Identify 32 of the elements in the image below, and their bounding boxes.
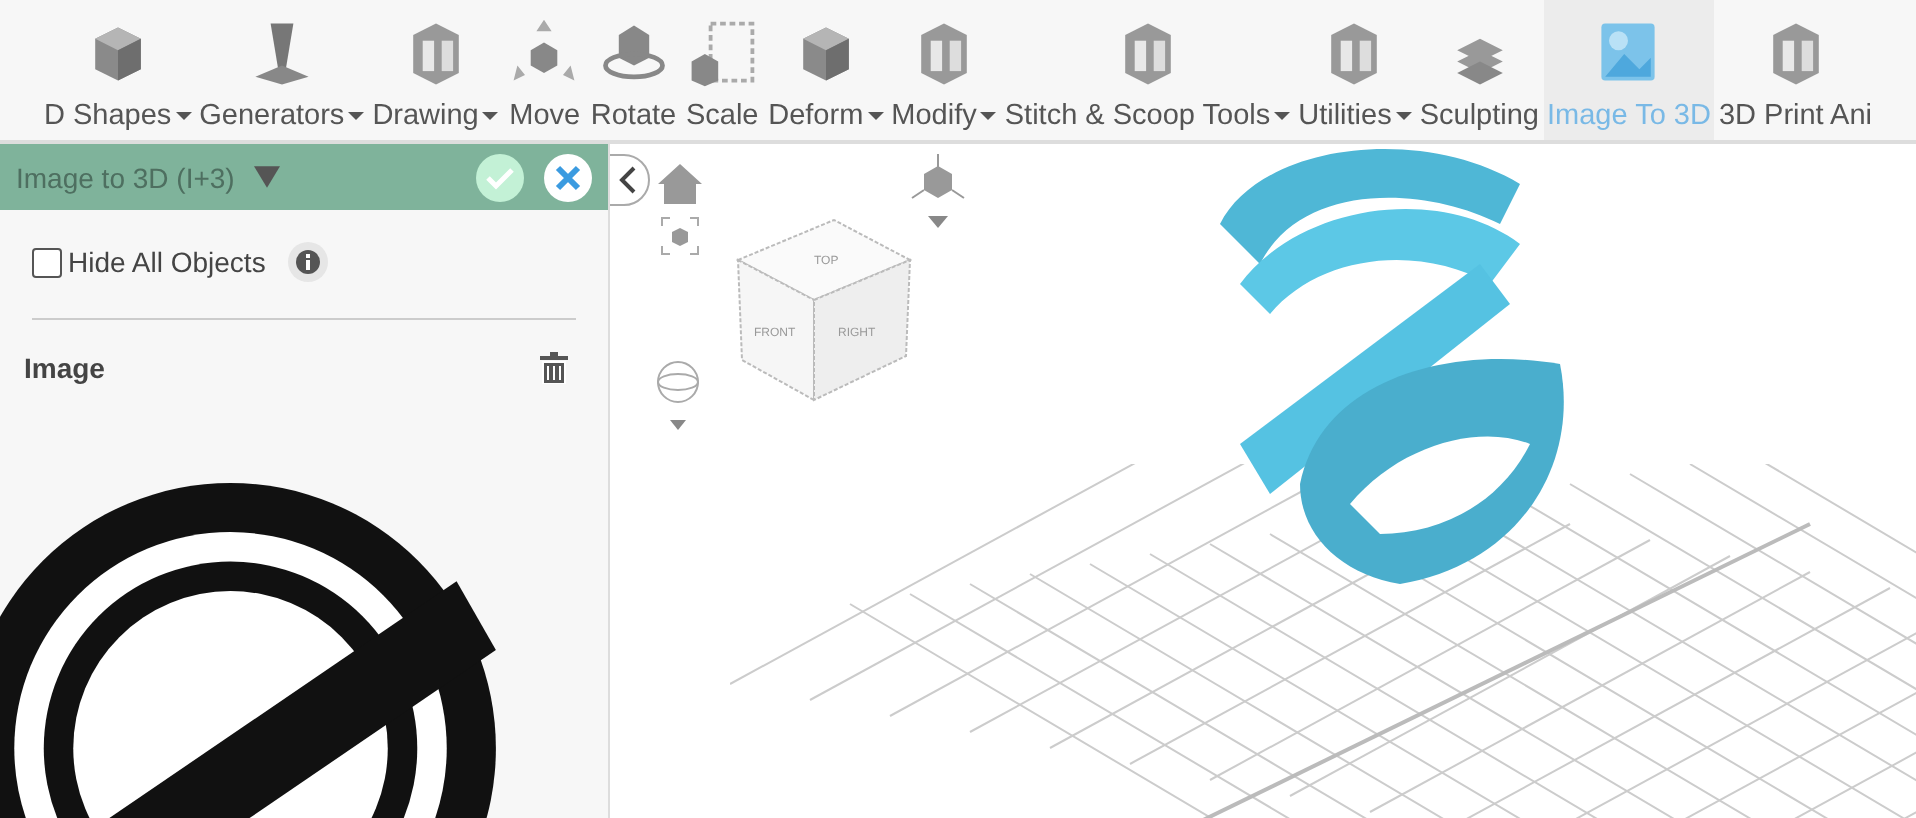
- toolbar-button[interactable]: Move: [502, 0, 587, 140]
- checkbox-label[interactable]: Hide All Objects: [68, 246, 266, 279]
- toolbar-button[interactable]: Utilities: [1294, 0, 1416, 140]
- toolbar-button[interactable]: 3D Print Ani: [1714, 0, 1877, 140]
- fit-view-icon[interactable]: [660, 216, 700, 256]
- caret-icon: [867, 112, 884, 120]
- close-button[interactable]: [544, 153, 592, 202]
- section-title: Image: [24, 352, 105, 385]
- caret-icon: [1395, 112, 1412, 120]
- confirm-button[interactable]: [476, 153, 524, 202]
- toolbar-button[interactable]: Scale: [680, 0, 765, 140]
- dropdown-triangle-icon[interactable]: [254, 166, 281, 189]
- toolbar-button[interactable]: Sculpting: [1415, 0, 1543, 140]
- orbit-icon[interactable]: [656, 360, 700, 432]
- toolbar-button[interactable]: Rotate: [586, 0, 681, 140]
- collapse-button[interactable]: [610, 154, 650, 206]
- toolbar-button[interactable]: Deform: [764, 0, 888, 140]
- toolbar-button[interactable]: Stitch & Scoop Tools: [1000, 0, 1295, 140]
- toolbar-button[interactable]: Drawing: [368, 0, 503, 140]
- caret-icon: [348, 112, 365, 120]
- toolbar-button[interactable]: Modify: [887, 0, 1001, 140]
- caret-icon: [175, 112, 192, 120]
- panel-title: Image to 3D (I+3): [16, 161, 235, 194]
- toolbar-button[interactable]: Generators: [195, 0, 369, 140]
- caret-icon: [1274, 112, 1291, 120]
- trash-icon[interactable]: [540, 352, 568, 385]
- caret-icon: [482, 112, 499, 120]
- toolbar-button[interactable]: D Shapes: [39, 0, 196, 140]
- checkbox[interactable]: [32, 247, 62, 278]
- info-icon[interactable]: [287, 242, 328, 283]
- caret-icon: [980, 112, 997, 120]
- chevron-left-icon: [618, 166, 638, 194]
